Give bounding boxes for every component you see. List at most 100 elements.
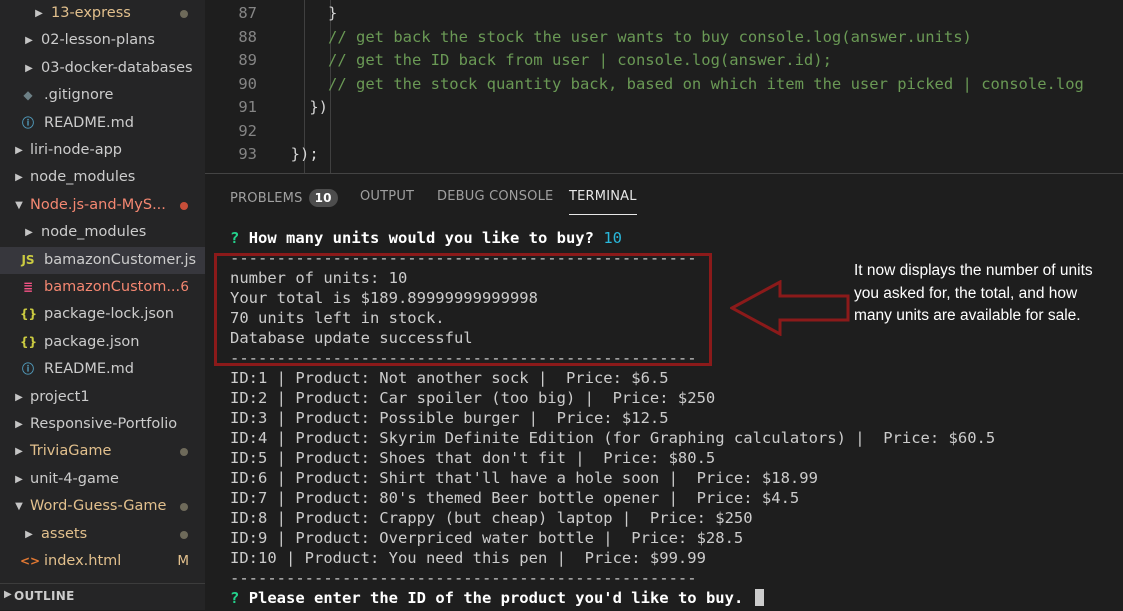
tree-item[interactable]: ⓘ README.md [0, 356, 205, 383]
line-number: 92 [238, 121, 257, 140]
tree-item-label: bamazonCustom... [44, 279, 181, 295]
code-editor[interactable]: 87 } 88 // get back the stock the user wa… [205, 0, 1123, 173]
line-number: 91 [238, 98, 257, 116]
tree-item[interactable]: ◆ .gitignore [0, 82, 205, 109]
answer-text: 10 [603, 229, 622, 247]
modified-dot-icon [180, 10, 188, 18]
tree-item[interactable]: ▶ TriviaGame [0, 438, 205, 465]
tree-item-label: project1 [30, 388, 90, 405]
code-text: }); [272, 145, 319, 163]
terminal-product-line: ID:1 | Product: Not another sock | Price… [230, 369, 669, 387]
chevron-right-icon: ▶ [15, 473, 23, 485]
tree-item[interactable]: ▶ project1 [0, 384, 205, 411]
tree-item-label: assets [41, 525, 88, 542]
info-icon: ⓘ [21, 362, 34, 377]
info-icon: ⓘ [21, 115, 34, 130]
outline-section-header[interactable]: ▶ OUTLINE [0, 583, 205, 611]
tree-item-label: Node.js-and-MyS... [30, 196, 166, 213]
tree-item[interactable]: {} package-lock.json [0, 301, 205, 328]
tree-item[interactable]: ≣ bamazonCustom... 6 [0, 274, 205, 301]
tab-debug-console[interactable]: DEBUG CONSOLE [437, 189, 553, 204]
tree-item-label: 13-express [51, 5, 131, 21]
problems-count-badge: 10 [308, 189, 338, 207]
question-text: How many units would you like to buy? [248, 229, 594, 247]
code-line: 92 [205, 119, 1123, 143]
terminal-product-line: ID:5 | Product: Shoes that don't fit | P… [230, 449, 716, 467]
line-number: 88 [238, 27, 257, 46]
chevron-down-icon: ▼ [15, 501, 23, 513]
tree-item[interactable]: <> index.html M [0, 548, 205, 575]
outline-label: OUTLINE [14, 589, 75, 603]
code-line: 90 // get the stock quantity back, based… [205, 72, 1123, 96]
tree-item-label: README.md [44, 361, 134, 378]
tab-terminal[interactable]: TERMINAL [569, 189, 637, 215]
html-file-icon: <> [20, 554, 41, 568]
code-text: } [272, 4, 338, 22]
prompt-mark: ? [230, 589, 240, 607]
modified-dot-icon [180, 503, 188, 512]
tree-item-label: .gitignore [44, 87, 114, 104]
tree-item[interactable]: ▶ 13-express [0, 0, 205, 27]
terminal-product-line: ID:10 | Product: You need this pen | Pri… [230, 549, 706, 567]
chevron-right-icon: ▶ [25, 227, 33, 239]
line-number: 87 [238, 4, 257, 22]
git-file-icon: ◆ [23, 88, 33, 103]
tree-item[interactable]: ▶ 02-lesson-plans [0, 27, 205, 54]
tree-item[interactable]: ⓘ README.md [0, 110, 205, 137]
terminal-product-line: ID:9 | Product: Overpriced water bottle … [230, 529, 744, 547]
tab-problems-label: PROBLEMS [230, 191, 303, 206]
terminal-cursor [754, 589, 764, 606]
tree-item[interactable]: ▶ Responsive-Portfolio [0, 411, 205, 438]
tree-item-label: 02-lesson-plans [41, 32, 155, 49]
chevron-right-icon: ▶ [15, 419, 23, 430]
terminal-question-id[interactable]: ? Please enter the ID of the product you… [230, 588, 764, 608]
chevron-right-icon: ▶ [25, 35, 33, 47]
chevron-right-icon: ▶ [15, 172, 23, 184]
json-file-icon: {} [20, 334, 38, 349]
terminal-question-units: ? How many units would you like to buy? … [230, 228, 622, 248]
separator-line: ----------------------------------------… [230, 569, 697, 587]
tree-item[interactable]: ▶ node_modules [0, 219, 205, 246]
tree-item-label: node_modules [30, 169, 136, 186]
terminal-product-line: ID:3 | Product: Possible burger | Price:… [230, 409, 669, 427]
code-text: }) [272, 98, 328, 116]
tree-item-label: Word-Guess-Game [30, 498, 167, 515]
tree-item[interactable]: JS bamazonCustomer.js [0, 246, 205, 274]
tab-problems[interactable]: PROBLEMS 10 [230, 189, 338, 207]
tree-item-label: node_modules [41, 224, 147, 241]
code-line: 87 } [205, 1, 1123, 25]
terminal-product-line: ID:6 | Product: Shirt that'll have a hol… [230, 469, 818, 487]
modified-dot-icon [180, 530, 188, 539]
tree-item-label: 03-docker-databases [41, 59, 193, 76]
chevron-right-icon: ▶ [35, 8, 43, 19]
tree-item-label: README.md [44, 114, 134, 131]
chevron-right-icon: ▶ [15, 391, 23, 403]
git-status-badge: 6 [180, 279, 189, 295]
annotation-note: It now displays the number of units you … [854, 262, 1093, 324]
tree-item[interactable]: ▶ liri-node-app [0, 137, 205, 164]
prompt-mark: ? [230, 229, 240, 247]
tree-item[interactable]: {} package.json [0, 329, 205, 356]
tree-item[interactable]: ▶ 03-docker-databases [0, 55, 205, 82]
tree-item-label: unit-4-game [30, 470, 119, 487]
database-file-icon: ≣ [22, 280, 34, 294]
line-number: 90 [238, 74, 257, 93]
explorer-sidebar: ▶ 13-express ▶ 02-lesson-plans ▶ 03-docker-da… [0, 0, 205, 610]
tree-item[interactable]: ▶ node_modules [0, 164, 205, 191]
arrow-left-icon [730, 280, 850, 336]
tree-item[interactable]: ▼ Node.js-and-MyS... [0, 192, 205, 219]
tree-item[interactable]: ▶ assets [0, 521, 205, 548]
chevron-down-icon: ▼ [15, 199, 23, 211]
code-text: // get the stock quantity back, based on… [272, 74, 1084, 93]
terminal-product-line: ID:7 | Product: 80's themed Beer bottle … [230, 489, 800, 507]
line-number: 89 [238, 51, 257, 69]
code-text: // get back the stock the user wants to … [272, 27, 972, 46]
git-status-badge: M [177, 553, 189, 569]
tab-output[interactable]: OUTPUT [360, 189, 414, 204]
code-line: 88 // get back the stock the user wants … [205, 25, 1123, 49]
tree-item-label: index.html [44, 553, 122, 569]
modified-dot-icon [180, 448, 188, 457]
question-text: Please enter the ID of the product you'd… [248, 589, 744, 607]
tree-item[interactable]: ▼ Word-Guess-Game [0, 493, 205, 520]
tree-item[interactable]: ▶ unit-4-game [0, 466, 205, 493]
